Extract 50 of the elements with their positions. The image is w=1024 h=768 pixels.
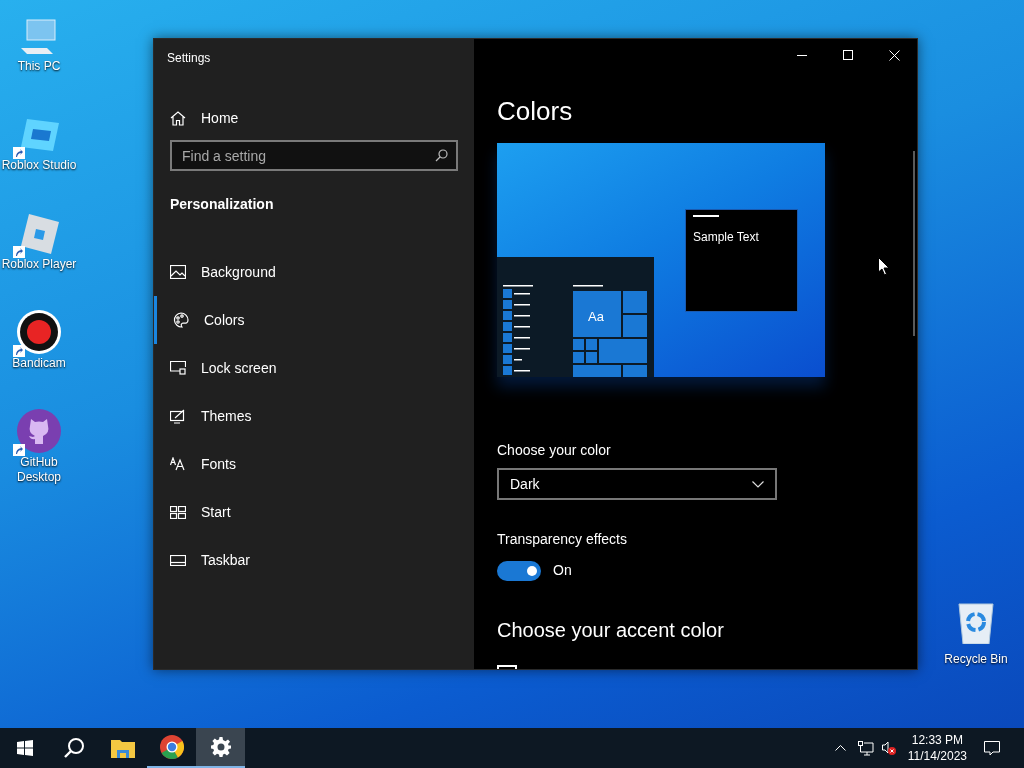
muted-speaker-icon[interactable] bbox=[881, 741, 896, 755]
field-label: Choose your color bbox=[497, 441, 612, 460]
record-icon bbox=[16, 309, 62, 355]
pen-monitor-icon bbox=[170, 408, 186, 424]
taskbar-button[interactable] bbox=[196, 728, 245, 768]
color-dropdown[interactable]: Dark bbox=[497, 468, 777, 500]
close-icon bbox=[888, 49, 900, 61]
octocat-icon bbox=[16, 408, 62, 454]
minimize-icon bbox=[797, 54, 807, 56]
picture-icon bbox=[170, 265, 186, 279]
search-icon bbox=[62, 737, 85, 759]
windows-logo-icon bbox=[16, 740, 33, 756]
clock[interactable]: 12:33 PM 11/14/2023 bbox=[904, 732, 970, 764]
home-link[interactable]: Home bbox=[170, 106, 474, 130]
maximize-icon bbox=[843, 50, 853, 60]
gear-icon bbox=[210, 737, 231, 757]
window-title: Settings bbox=[167, 50, 212, 65]
desktop-icon-label[interactable]: GitHub Desktop bbox=[0, 455, 78, 485]
nav-item[interactable]: Background bbox=[154, 248, 474, 296]
browser-icon bbox=[159, 735, 184, 759]
mouse-pointer-icon bbox=[878, 257, 890, 276]
nav-item[interactable]: Themes bbox=[154, 392, 474, 440]
nav-item[interactable]: Start bbox=[154, 488, 474, 536]
search-field[interactable]: Find a setting bbox=[170, 140, 458, 171]
fonts-icon bbox=[170, 457, 186, 471]
tile-text: Aa bbox=[588, 309, 604, 325]
nav-item[interactable]: Lock screen bbox=[154, 344, 474, 392]
toggle-state-text: On bbox=[553, 561, 572, 580]
tiles-icon bbox=[170, 505, 186, 519]
search-icon bbox=[435, 149, 448, 162]
palette-icon bbox=[173, 312, 189, 328]
notifications-icon[interactable] bbox=[984, 740, 1000, 756]
recycle-bin-icon bbox=[957, 600, 995, 644]
desktop-icon-label[interactable]: Recycle Bin bbox=[944, 652, 1008, 667]
nav-item[interactable]: Fonts bbox=[154, 440, 474, 488]
scrollbar[interactable] bbox=[913, 151, 915, 336]
sample-text: Sample Text bbox=[693, 230, 760, 245]
home-icon bbox=[170, 110, 186, 126]
folder-icon bbox=[110, 738, 135, 758]
taskbar-icon bbox=[170, 554, 186, 566]
toggle-switch[interactable] bbox=[497, 560, 541, 581]
nav-item[interactable]: Taskbar bbox=[154, 536, 474, 584]
field-label: Transparency effects bbox=[497, 530, 628, 549]
page-title: Colors bbox=[497, 95, 574, 128]
chevron-down-icon bbox=[752, 480, 764, 488]
network-icon[interactable] bbox=[857, 740, 874, 756]
section-heading: Choose your accent color bbox=[497, 618, 725, 643]
lock-screen-icon bbox=[170, 361, 186, 375]
section-heading: Personalization bbox=[170, 195, 275, 214]
chevron-up-icon[interactable] bbox=[834, 745, 846, 751]
